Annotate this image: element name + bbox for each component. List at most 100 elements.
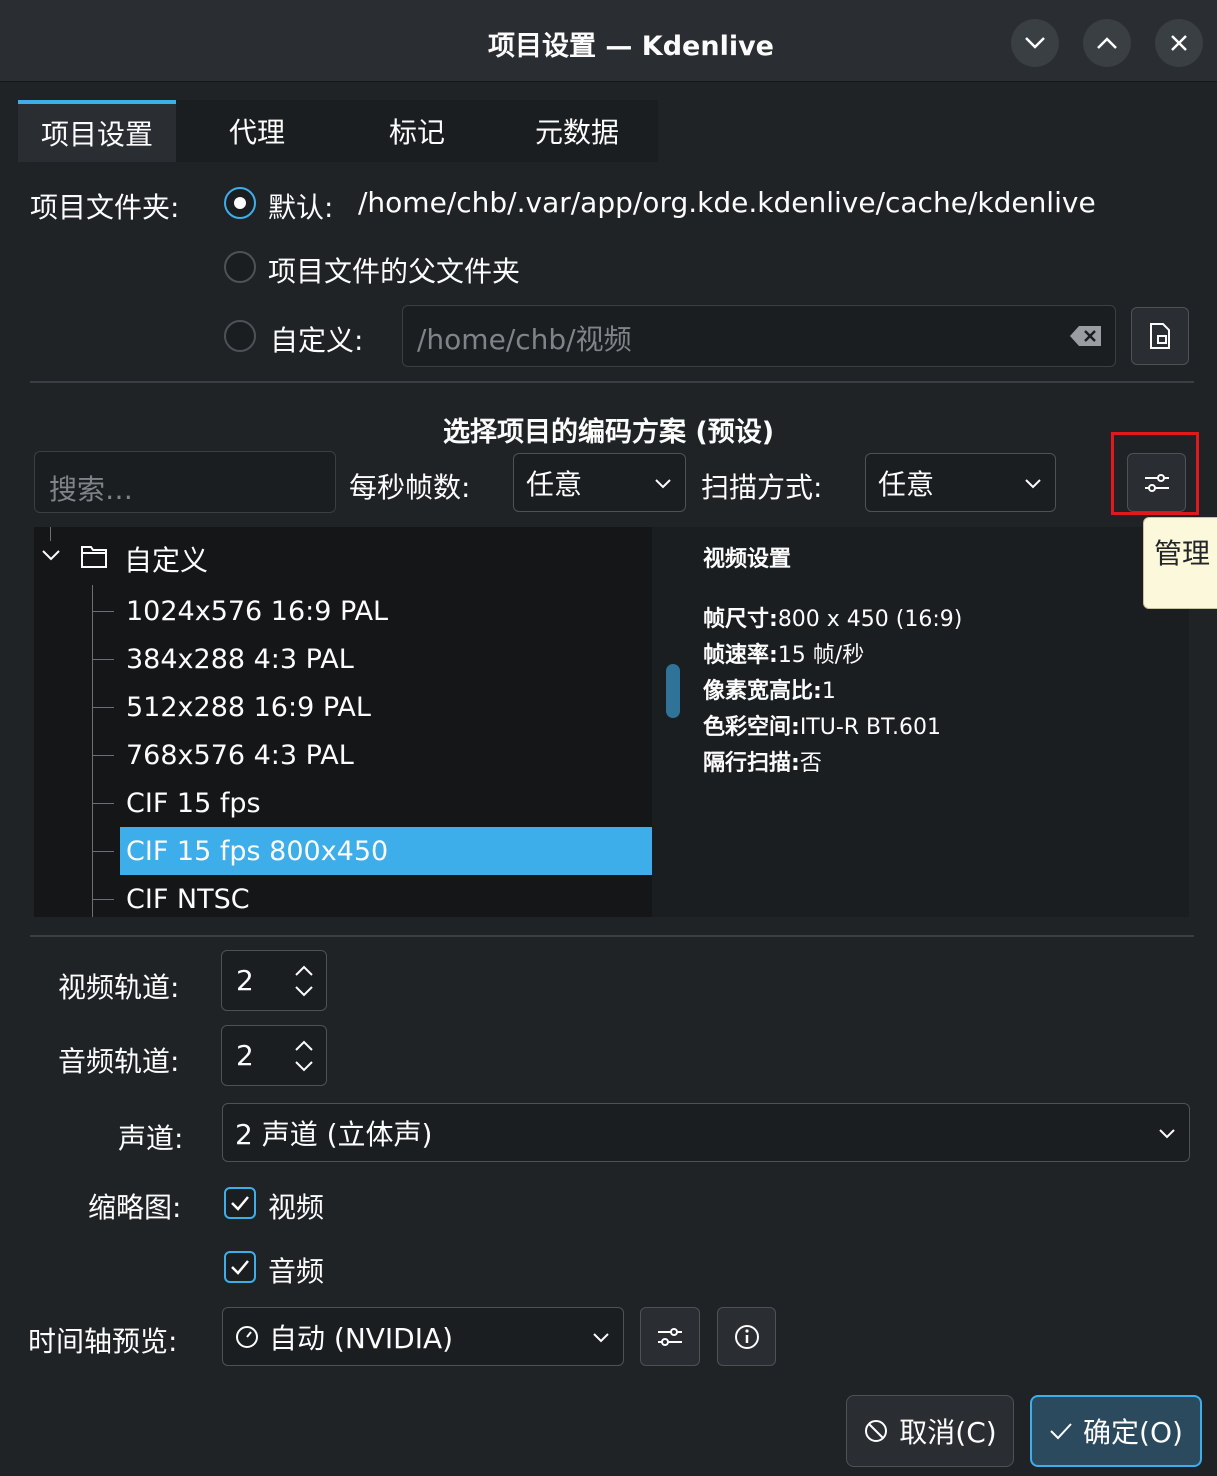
custom-folder-radio[interactable] — [224, 320, 256, 352]
parent-folder-label: 项目文件的父文件夹 — [268, 255, 521, 288]
interlaced-row: 隔行扫描:否 — [703, 745, 822, 777]
audio-tracks-spinbox[interactable]: 2 — [221, 1025, 327, 1086]
folder-icon — [81, 546, 107, 568]
separator — [30, 381, 1194, 383]
default-folder-path: /home/chb/.var/app/org.kde.kdenlive/cach… — [358, 186, 1096, 219]
channels-combo[interactable]: 2 声道 (立体声) — [222, 1103, 1190, 1162]
channels-label: 声道: — [118, 1122, 184, 1155]
preview-info-button[interactable] — [717, 1307, 776, 1366]
tree-item[interactable]: 1024x576 16:9 PAL — [120, 587, 388, 635]
profile-search-input[interactable]: 搜索… — [34, 451, 336, 513]
tree-branch-line — [92, 585, 93, 917]
frame-rate-label: 帧速率: — [703, 643, 778, 668]
ok-button[interactable]: 确定(O) — [1030, 1395, 1202, 1467]
info-icon — [734, 1324, 759, 1349]
close-icon — [1171, 35, 1187, 51]
chevron-down-icon — [1159, 1128, 1175, 1138]
frame-rate-value: 15 帧/秒 — [777, 643, 865, 668]
tab-proxy[interactable]: 代理 — [178, 100, 336, 162]
pixel-aspect-label: 像素宽高比: — [703, 679, 822, 704]
speedometer-icon — [236, 1325, 258, 1348]
close-button[interactable] — [1155, 19, 1203, 67]
tree-tick — [92, 659, 114, 660]
timeline-preview-combo[interactable]: 自动 (NVIDIA) — [222, 1307, 624, 1366]
chevron-down-icon[interactable] — [40, 547, 62, 563]
profile-heading: 选择项目的编码方案 (预设) — [442, 417, 775, 448]
cancel-button[interactable]: 取消(C) — [846, 1395, 1014, 1467]
tree-tick — [92, 899, 114, 900]
custom-folder-input[interactable]: /home/chb/视频 — [402, 305, 1116, 367]
tree-branch-line — [50, 527, 51, 541]
scan-combo[interactable]: 任意 — [865, 453, 1056, 512]
chevron-down-icon — [1025, 37, 1045, 49]
thumb-audio-checkbox[interactable] — [224, 1251, 256, 1283]
check-icon — [231, 1260, 249, 1275]
spin-arrows-icon[interactable] — [292, 1036, 316, 1076]
ok-label: 确定(O) — [1083, 1416, 1183, 1449]
chevron-up-icon — [1097, 37, 1117, 49]
thumb-audio-label: 音频 — [268, 1255, 325, 1288]
tree-item[interactable]: CIF 15 fps — [120, 779, 261, 827]
minimize-button[interactable] — [1011, 19, 1059, 67]
channels-value: 2 声道 (立体声) — [235, 1117, 433, 1151]
tree-tick — [92, 851, 114, 852]
chevron-down-icon — [593, 1332, 609, 1342]
fps-combo[interactable]: 任意 — [513, 453, 686, 512]
thumb-video-label: 视频 — [268, 1191, 325, 1224]
tree-group-custom[interactable]: 自定义 — [124, 539, 208, 579]
scan-label: 扫描方式: — [701, 471, 823, 504]
thumb-video-checkbox[interactable] — [224, 1187, 256, 1219]
cancel-label: 取消(C) — [899, 1416, 997, 1449]
thumbnails-label: 缩略图: — [88, 1191, 182, 1224]
frame-size-label: 帧尺寸: — [703, 607, 778, 632]
highlight-box — [1111, 432, 1199, 515]
profile-tree[interactable]: 自定义 1024x576 16:9 PAL 384x288 4:3 PAL 51… — [34, 527, 652, 917]
tree-tick — [92, 755, 114, 756]
fps-label: 每秒帧数: — [349, 471, 471, 504]
default-folder-radio[interactable] — [224, 187, 256, 219]
separator — [30, 935, 1194, 937]
tree-tick — [92, 707, 114, 708]
video-settings-panel: 视频设置 帧尺寸:800 x 450 (16:9) 帧速率:15 帧/秒 像素宽… — [694, 527, 1189, 917]
timeline-preview-label: 时间轴预览: — [28, 1325, 178, 1358]
video-tracks-label: 视频轨道: — [58, 971, 180, 1004]
tree-tick — [92, 803, 114, 804]
spin-arrows-icon[interactable] — [292, 961, 316, 1001]
browse-folder-button[interactable] — [1131, 307, 1189, 365]
audio-tracks-value: 2 — [236, 1039, 254, 1072]
interlaced-value: 否 — [799, 751, 822, 776]
tooltip: 管理 — [1143, 517, 1217, 609]
tree-scrollbar[interactable] — [652, 527, 694, 917]
tree-tick — [92, 611, 114, 612]
frame-size-value: 800 x 450 (16:9) — [777, 607, 963, 632]
clear-text-icon[interactable] — [1069, 324, 1103, 348]
search-placeholder: 搜索… — [49, 473, 134, 506]
preview-settings-button[interactable] — [640, 1307, 700, 1366]
colorspace-value: ITU-R BT.601 — [799, 715, 941, 740]
parent-folder-radio[interactable] — [224, 251, 256, 283]
tree-scrollbar-thumb[interactable] — [666, 664, 680, 718]
tree-item[interactable]: 512x288 16:9 PAL — [120, 683, 371, 731]
tree-item[interactable]: 768x576 4:3 PAL — [120, 731, 354, 779]
maximize-button[interactable] — [1083, 19, 1131, 67]
scan-value: 任意 — [878, 467, 935, 501]
tab-markers[interactable]: 标记 — [338, 100, 496, 162]
document-open-icon — [1150, 323, 1170, 349]
tree-item-selected[interactable]: CIF 15 fps 800x450 — [120, 827, 652, 875]
project-folder-label: 项目文件夹: — [30, 191, 180, 224]
video-settings-title: 视频设置 — [703, 547, 792, 572]
tab-metadata[interactable]: 元数据 — [498, 100, 656, 162]
colorspace-label: 色彩空间: — [703, 715, 800, 740]
frame-size-row: 帧尺寸:800 x 450 (16:9) — [703, 601, 962, 633]
configure-sliders-icon — [658, 1327, 682, 1346]
colorspace-row: 色彩空间:ITU-R BT.601 — [703, 709, 941, 741]
tree-item[interactable]: 384x288 4:3 PAL — [120, 635, 354, 683]
chevron-down-icon — [655, 478, 671, 488]
audio-tracks-label: 音频轨道: — [58, 1045, 180, 1078]
tab-project-settings[interactable]: 项目设置 — [18, 100, 176, 162]
tree-item[interactable]: CIF NTSC — [120, 875, 250, 917]
video-tracks-spinbox[interactable]: 2 — [221, 950, 327, 1011]
interlaced-label: 隔行扫描: — [703, 751, 800, 776]
check-icon — [1050, 1423, 1072, 1440]
check-icon — [231, 1196, 249, 1211]
